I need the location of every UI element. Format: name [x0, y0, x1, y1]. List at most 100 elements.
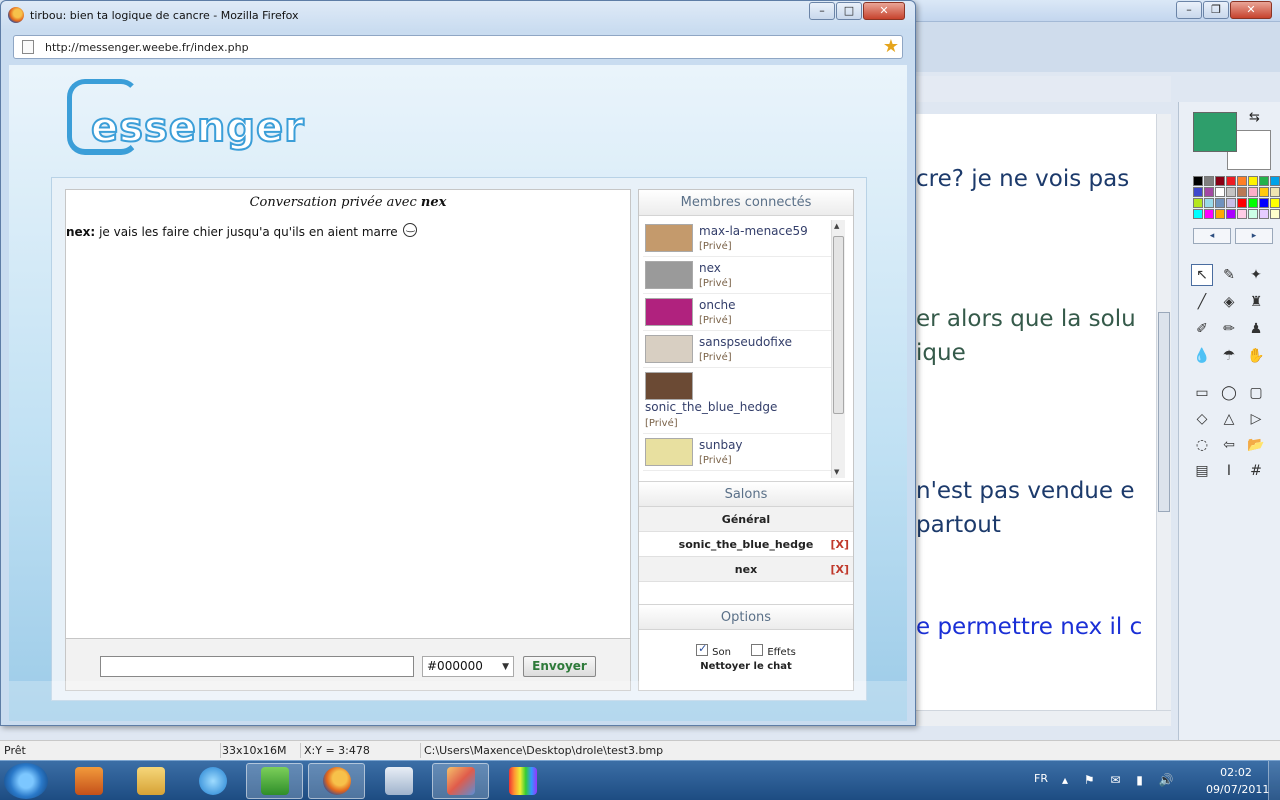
start-button[interactable]: [4, 763, 48, 799]
salon-name[interactable]: nex: [639, 563, 853, 576]
paint-canvas[interactable]: cre? je ne vois pas er alors que la solu…: [916, 114, 1156, 710]
language-indicator[interactable]: FR: [1034, 772, 1048, 785]
palette-swatch[interactable]: [1193, 187, 1203, 197]
salon-close-button[interactable]: [X]: [830, 538, 849, 551]
fill-bucket-icon[interactable]: ◈: [1218, 291, 1240, 313]
palette-swatch[interactable]: [1259, 176, 1269, 186]
stamp-icon[interactable]: ♜: [1245, 291, 1267, 313]
palette-swatch[interactable]: [1259, 209, 1269, 219]
palette-swatch[interactable]: [1226, 209, 1236, 219]
triangle-icon[interactable]: △: [1218, 408, 1240, 430]
palette-swatch[interactable]: [1193, 209, 1203, 219]
minimize-button[interactable]: –: [809, 2, 835, 20]
tray-icons[interactable]: ▴ ⚑ ✉ ▮ 🔊: [1062, 773, 1180, 787]
scroll-down-icon[interactable]: ▼: [834, 468, 839, 476]
scroll-thumb[interactable]: [833, 236, 844, 414]
member-name[interactable]: sunbay: [699, 438, 743, 452]
member-item[interactable]: sonic_the_blue_hedge [Privé]: [643, 368, 833, 434]
message-input[interactable]: [100, 656, 414, 677]
url-text[interactable]: http://messenger.weebe.fr/index.php: [45, 41, 249, 54]
line-tool-icon[interactable]: ╱: [1191, 291, 1213, 313]
palette-prev-button[interactable]: ◂: [1193, 228, 1231, 244]
send-button[interactable]: Envoyer: [523, 656, 596, 677]
arrow-shape-icon[interactable]: ⇦: [1218, 434, 1240, 456]
taskbar-paint[interactable]: [432, 763, 489, 799]
taskbar-app[interactable]: [370, 763, 427, 799]
clear-chat-link[interactable]: Nettoyer le chat: [639, 661, 853, 672]
salon-item[interactable]: sonic_the_blue_hedge [X]: [639, 532, 853, 557]
palette-swatch[interactable]: [1204, 187, 1214, 197]
member-item[interactable]: onche [Privé]: [643, 294, 833, 331]
clone-icon[interactable]: ♟: [1245, 318, 1267, 340]
palette-swatch[interactable]: [1248, 209, 1258, 219]
palette-swatch[interactable]: [1237, 187, 1247, 197]
url-bar[interactable]: http://messenger.weebe.fr/index.php ★: [13, 35, 903, 59]
text-box-icon[interactable]: ▤: [1191, 460, 1213, 482]
member-name[interactable]: sanspseudofixe: [699, 335, 792, 349]
palette-swatch[interactable]: [1248, 176, 1258, 186]
palette-swatch[interactable]: [1215, 187, 1225, 197]
scroll-thumb[interactable]: [1158, 312, 1170, 512]
member-private-tag[interactable]: [Privé]: [645, 418, 678, 429]
lasso-icon[interactable]: ◌: [1191, 434, 1213, 456]
member-private-tag[interactable]: [Privé]: [699, 278, 732, 289]
palette-swatch[interactable]: [1193, 176, 1203, 186]
clock-date[interactable]: 09/07/2011: [1206, 783, 1269, 796]
maximize-button[interactable]: □: [836, 2, 862, 20]
palette-swatch[interactable]: [1259, 198, 1269, 208]
member-name[interactable]: max-la-menace59: [699, 224, 808, 238]
palette-swatch[interactable]: [1270, 187, 1280, 197]
palette-swatch[interactable]: [1270, 176, 1280, 186]
salon-close-button[interactable]: [X]: [830, 563, 849, 576]
select-tool-icon[interactable]: ↖: [1191, 264, 1213, 286]
palette-swatch[interactable]: [1248, 187, 1258, 197]
taskbar-media-player[interactable]: [60, 763, 117, 799]
palette-swatch[interactable]: [1215, 198, 1225, 208]
magic-wand-icon[interactable]: ✦: [1245, 264, 1267, 286]
eyedropper-icon[interactable]: ✎: [1218, 264, 1240, 286]
member-private-tag[interactable]: [Privé]: [699, 455, 732, 466]
palette-swatch[interactable]: [1226, 187, 1236, 197]
taskbar-messenger[interactable]: [246, 763, 303, 799]
palette-swatch[interactable]: [1215, 209, 1225, 219]
palette-swatch[interactable]: [1226, 176, 1236, 186]
member-private-tag[interactable]: [Privé]: [699, 241, 732, 252]
diamond-icon[interactable]: ◇: [1191, 408, 1213, 430]
smudge-icon[interactable]: ☂: [1218, 345, 1240, 367]
palette-swatch[interactable]: [1204, 209, 1214, 219]
salon-name[interactable]: sonic_the_blue_hedge: [639, 538, 853, 551]
clock-time[interactable]: 02:02: [1206, 766, 1266, 779]
palette-swatch[interactable]: [1259, 187, 1269, 197]
paint-maximize-button[interactable]: ❐: [1203, 1, 1229, 19]
primary-color-swatch[interactable]: [1193, 112, 1237, 152]
member-item[interactable]: sunbay [Privé]: [643, 434, 833, 471]
scroll-up-icon[interactable]: ▲: [834, 222, 839, 230]
swap-colors-icon[interactable]: ⇆: [1249, 110, 1260, 125]
right-triangle-icon[interactable]: ▷: [1245, 408, 1267, 430]
taskbar-firefox[interactable]: [308, 763, 365, 799]
salon-item[interactable]: Général: [639, 507, 853, 532]
paint-minimize-button[interactable]: –: [1176, 1, 1202, 19]
bookmark-star-icon[interactable]: ★: [883, 37, 899, 57]
member-private-tag[interactable]: [Privé]: [699, 352, 732, 363]
paint-horizontal-scrollbar[interactable]: [916, 710, 1171, 726]
member-name[interactable]: sonic_the_blue_hedge: [645, 400, 777, 414]
son-checkbox[interactable]: [696, 642, 709, 656]
taskbar-explorer[interactable]: [122, 763, 179, 799]
member-name[interactable]: onche: [699, 298, 736, 312]
paint-close-button[interactable]: ✕: [1230, 1, 1272, 19]
open-folder-icon[interactable]: 📂: [1245, 434, 1267, 456]
palette-swatch[interactable]: [1204, 176, 1214, 186]
show-desktop-button[interactable]: [1268, 761, 1280, 800]
palette-swatch[interactable]: [1248, 198, 1258, 208]
taskbar-ie[interactable]: [184, 763, 241, 799]
member-private-tag[interactable]: [Privé]: [699, 315, 732, 326]
palette-next-button[interactable]: ▸: [1235, 228, 1273, 244]
hand-icon[interactable]: ✋: [1245, 345, 1267, 367]
palette-swatch[interactable]: [1215, 176, 1225, 186]
text-tool-icon[interactable]: I: [1218, 460, 1240, 482]
salon-item[interactable]: nex [X]: [639, 557, 853, 582]
palette-swatch[interactable]: [1270, 198, 1280, 208]
brush-icon[interactable]: ✐: [1191, 318, 1213, 340]
palette-swatch[interactable]: [1237, 176, 1247, 186]
